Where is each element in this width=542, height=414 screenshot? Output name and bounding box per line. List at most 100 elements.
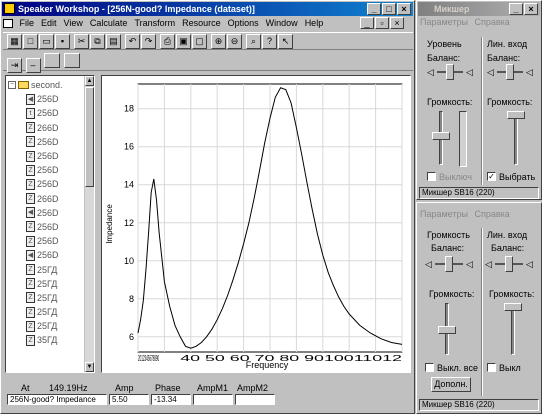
speaker-dataset-icon: ◀: [26, 93, 35, 105]
cut-icon[interactable]: ✂: [74, 34, 89, 49]
balance-thumb-2[interactable]: [506, 64, 514, 80]
main-title-bar[interactable]: Speaker Workshop - [256N-good? Impedance…: [2, 2, 413, 16]
b-col1-checkbox[interactable]: [425, 363, 434, 372]
b-balance-thumb-2[interactable]: [505, 256, 513, 272]
collapse-icon[interactable]: −: [8, 81, 16, 90]
properties-icon[interactable]: ▦: [7, 34, 22, 49]
paste-icon[interactable]: ▤: [106, 34, 121, 49]
col1-checkbox[interactable]: [427, 172, 436, 181]
zoom-out-icon[interactable]: ⊖: [227, 34, 242, 49]
balance-thumb-1[interactable]: [446, 64, 454, 80]
tree-scrollbar[interactable]: ▲ ▼: [84, 76, 94, 372]
tree-item[interactable]: ◀ 256D: [8, 206, 88, 220]
menu-help[interactable]: Справка: [475, 17, 510, 27]
find-icon[interactable]: ⌕: [246, 34, 261, 49]
phase-field[interactable]: -13.34: [151, 394, 191, 405]
x-tick-label-group-right: 40 50 60 70 80 9010011012: [180, 354, 403, 363]
open-icon[interactable]: ▭: [39, 34, 54, 49]
amp-field[interactable]: 5.50: [109, 394, 149, 405]
dash-icon[interactable]: –: [25, 58, 41, 73]
undo-icon[interactable]: ↶: [125, 34, 140, 49]
tree-item[interactable]: Z 25ГД: [8, 305, 88, 319]
menu-file[interactable]: File: [20, 18, 35, 28]
tree-item[interactable]: Z 25ГД: [8, 291, 88, 305]
dataset-tree[interactable]: − second. ◀ 256D t 256D Z 266D Z 256D Z 256D Z 256D…: [5, 75, 95, 373]
tree-item[interactable]: Z 256D: [8, 163, 88, 177]
scroll-thumb[interactable]: [85, 87, 94, 187]
tree-item[interactable]: Z 256D: [8, 149, 88, 163]
tree-item-label: 256D: [37, 179, 59, 190]
new-icon[interactable]: □: [23, 34, 38, 49]
volume-thumb-1[interactable]: [432, 132, 450, 140]
child-close-button[interactable]: ×: [390, 17, 404, 29]
menu-help-2[interactable]: Справка: [475, 209, 510, 219]
menu-options[interactable]: Options: [228, 18, 259, 28]
maximize-button[interactable]: □: [382, 3, 396, 15]
menu-resource[interactable]: Resource: [182, 18, 221, 28]
tree-item[interactable]: Z 25ГД: [8, 277, 88, 291]
b-column-divider: [481, 228, 483, 396]
pin-icon[interactable]: ⇥: [7, 58, 22, 73]
redo-icon[interactable]: ↷: [141, 34, 156, 49]
b-balance-thumb-1[interactable]: [445, 256, 453, 272]
child-minimize-button[interactable]: _: [360, 17, 374, 29]
mixer-close-button[interactable]: ×: [524, 3, 538, 15]
col2-checkbox[interactable]: ✓: [487, 172, 496, 181]
close-button[interactable]: ×: [397, 3, 411, 15]
mixer-title-bar[interactable]: Микшер _ ×: [418, 2, 540, 16]
ampm2-field[interactable]: [235, 394, 275, 405]
menu-view[interactable]: View: [64, 18, 83, 28]
tree-item[interactable]: ◀ 256D: [8, 92, 88, 106]
tree-item[interactable]: Z 25ГД: [8, 262, 88, 276]
volume-track-2[interactable]: [514, 111, 518, 165]
minimize-button[interactable]: _: [367, 3, 381, 15]
mixer-minimize-button[interactable]: _: [509, 3, 523, 15]
tree-item[interactable]: Z 256D: [8, 234, 88, 248]
tree-item[interactable]: Z 25ГД: [8, 319, 88, 333]
menu-params-2[interactable]: Параметры: [420, 209, 468, 219]
blank-button-2[interactable]: [63, 53, 80, 68]
tree-item[interactable]: Z 35ГД: [8, 333, 88, 347]
y-tick-label: 6: [129, 332, 134, 342]
menu-transform[interactable]: Transform: [134, 18, 175, 28]
tree-item[interactable]: Z 256D: [8, 135, 88, 149]
view1-icon[interactable]: ▣: [176, 34, 191, 49]
volume-thumb-2[interactable]: [507, 111, 525, 119]
tree-item[interactable]: Z 266D: [8, 121, 88, 135]
b-col2-checkbox[interactable]: [487, 363, 496, 372]
menu-help[interactable]: Help: [305, 18, 324, 28]
save-icon[interactable]: ▪: [55, 34, 70, 49]
view2-icon[interactable]: ▢: [192, 34, 207, 49]
tree-item-label: 25ГД: [37, 307, 58, 318]
ampm1-field[interactable]: [193, 394, 233, 405]
blank-button-1[interactable]: [44, 53, 61, 68]
b-volume-thumb-1[interactable]: [438, 326, 456, 334]
zoom-in-icon[interactable]: ⊕: [211, 34, 226, 49]
menu-edit[interactable]: Edit: [41, 18, 57, 28]
tree-item[interactable]: t 256D: [8, 106, 88, 120]
menu-params[interactable]: Параметры: [420, 17, 468, 27]
z-dataset-icon: Z: [26, 235, 35, 247]
z-dataset-icon: Z: [26, 221, 35, 233]
menu-window[interactable]: Window: [266, 18, 298, 28]
child-restore-button[interactable]: ▫: [375, 17, 389, 29]
tree-item[interactable]: Z 266D: [8, 192, 88, 206]
print-icon[interactable]: ⎙: [160, 34, 175, 49]
menu-calculate[interactable]: Calculate: [90, 18, 128, 28]
chart-panel[interactable]: 18 16 14 12 10 8 6 2012345678890 40 50 60 70 80…: [101, 75, 411, 373]
tree-item[interactable]: Z 256D: [8, 177, 88, 191]
help-icon[interactable]: ?: [262, 34, 277, 49]
context-help-icon[interactable]: ↖: [278, 34, 293, 49]
z-dataset-icon: Z: [26, 136, 35, 148]
doc-icon[interactable]: [3, 19, 13, 29]
b-volume-thumb-2[interactable]: [504, 303, 522, 311]
tree-item[interactable]: Z 256D: [8, 220, 88, 234]
name-field[interactable]: 256N-good? Impedance: [7, 394, 107, 405]
z-dataset-icon: Z: [26, 178, 35, 190]
x-tick-label-group-left: 2012345678890: [138, 354, 159, 363]
advanced-button[interactable]: Дополн.: [431, 377, 471, 392]
impedance-chart: 18 16 14 12 10 8 6 2012345678890 40 50 60 70 80…: [105, 83, 403, 370]
tree-item[interactable]: ◀ 256D: [8, 248, 88, 262]
tree-root[interactable]: − second.: [8, 78, 88, 92]
copy-icon[interactable]: ⧉: [90, 34, 105, 49]
